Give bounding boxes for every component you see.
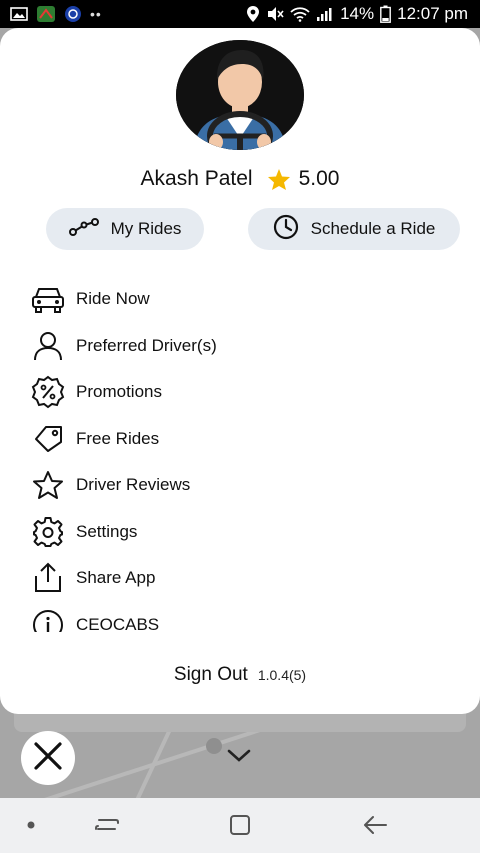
chevron-down-icon[interactable] [226,748,252,769]
recent-apps-icon[interactable] [92,812,122,838]
app-notification-icon [36,5,56,23]
route-icon [68,217,99,242]
status-bar: •• 14% 12:07 pm [0,0,480,28]
close-icon [28,736,68,781]
schedule-ride-label: Schedule a Ride [310,219,436,238]
car-icon [30,281,66,317]
menu-item-free-rides[interactable]: Free Rides [30,416,450,463]
menu-item-preferred-drivers[interactable]: Preferred Driver(s) [30,323,450,370]
tag-icon [30,421,66,457]
menu-item-label: Promotions [76,382,162,402]
my-rides-label: My Rides [110,219,182,238]
back-icon[interactable] [360,812,390,838]
map-pin-icon [206,738,222,754]
close-drawer-button[interactable] [21,731,75,785]
signal-icon [316,6,334,22]
location-icon [246,5,260,23]
gear-icon [30,514,66,550]
schedule-ride-button[interactable]: Schedule a Ride [248,208,460,250]
side-drawer: Akash Patel 5.00 My Rides Schedule a Rid… [0,28,480,714]
mute-icon [266,5,284,23]
star-outline-icon [30,467,66,503]
battery-icon [380,5,392,23]
home-icon[interactable] [225,812,255,838]
user-name: Akash Patel [140,167,253,190]
menu-item-label: CEOCABS [76,614,160,632]
clock-time: 12:07 pm [397,4,468,23]
menu-item-driver-reviews[interactable]: Driver Reviews [30,462,450,509]
settings-notification-icon [64,5,82,23]
menu-item-settings[interactable]: Settings [30,509,450,556]
rating-value: 5.00 [298,167,340,190]
menu-item-label: Driver Reviews [76,475,191,495]
battery-percent: 14% [340,4,375,23]
my-rides-button[interactable]: My Rides [46,208,204,250]
person-icon [30,328,66,364]
star-icon [267,168,291,191]
nav-dot-icon[interactable] [16,812,46,838]
menu-item-ceocabs[interactable]: CEOCABS [30,602,450,632]
wifi-icon [290,6,310,22]
menu-item-label: Ride Now [76,289,150,309]
gallery-icon [10,7,28,21]
share-icon [30,560,66,596]
status-left-icons: •• [10,5,102,23]
user-rating: 5.00 [267,167,340,191]
menu-item-promotions[interactable]: Promotions [30,369,450,416]
menu-item-ride-now[interactable]: Ride Now [30,276,450,323]
menu-item-share-app[interactable]: Share App [30,555,450,602]
avatar[interactable] [176,40,304,150]
menu-item-label: Free Rides [76,428,160,448]
menu-item-label: Settings [76,521,138,541]
sign-out-button[interactable]: Sign Out [174,664,248,686]
menu-item-label: Share App [76,568,156,588]
clock-icon [273,214,299,245]
menu-item-label: Preferred Driver(s) [76,335,217,355]
drawer-menu: Ride Now Preferred Driver(s) Promotions … [30,276,450,632]
profile-row: Akash Patel 5.00 [0,164,480,194]
percent-badge-icon [30,374,66,410]
more-notifications-icon: •• [90,6,102,22]
signout-row: Sign Out 1.0.4(5) [0,664,480,686]
app-version: 1.0.4(5) [257,667,307,683]
system-nav-bar [0,798,480,853]
info-icon [30,607,66,632]
status-right: 14% 12:07 pm [246,4,468,24]
